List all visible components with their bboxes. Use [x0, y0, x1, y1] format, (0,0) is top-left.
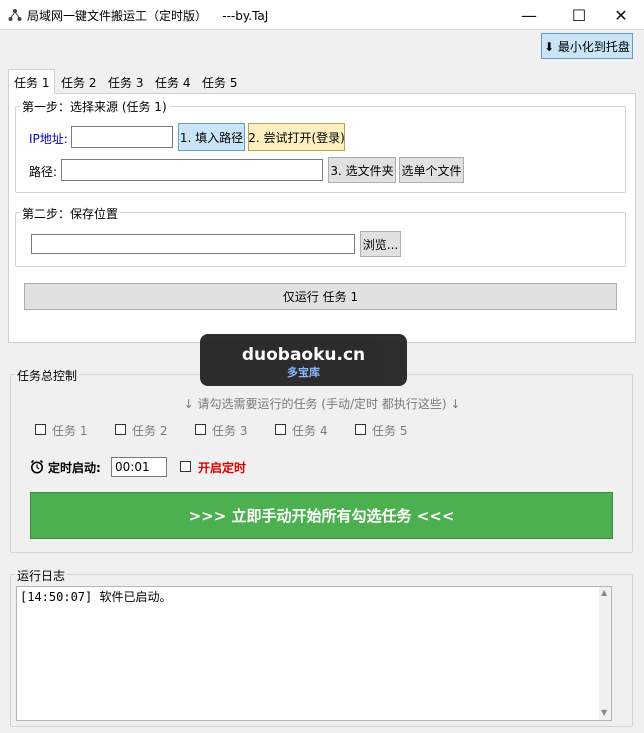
task-1-checkbox[interactable] [35, 424, 46, 435]
step1-title: 第一步：选择来源 (任务 1) [20, 98, 169, 115]
close-button[interactable]: ✕ [598, 0, 644, 30]
choose-file-button[interactable]: 选单个文件 [399, 157, 464, 183]
try-open-button[interactable]: 2. 尝试打开(登录) [248, 123, 345, 151]
watermark-text: duobaoku.cn [241, 345, 366, 365]
timer-label: 定时启动: [48, 461, 101, 475]
tab-task-3[interactable]: 任务 3 [103, 71, 149, 93]
task-2-checkbox-label: 任务 2 [132, 424, 168, 438]
fill-path-button[interactable]: 1. 填入路径 [178, 123, 245, 151]
task-5-checkbox-label: 任务 5 [372, 424, 408, 438]
scroll-up-arrow-icon[interactable]: ▲ [601, 588, 607, 597]
task-4-checkbox-label: 任务 4 [292, 424, 328, 438]
run-all-selected-button[interactable]: >>> 立即手动开始所有勾选任务 <<< [30, 492, 613, 539]
maximize-button[interactable]: ☐ [556, 0, 602, 30]
enable-timer-checkbox[interactable] [180, 461, 191, 472]
step2-title: 第二步：保存位置 [20, 205, 121, 222]
watermark-subtext: 多宝库 [287, 366, 320, 379]
tab-task-5[interactable]: 任务 5 [197, 71, 243, 93]
path-input[interactable] [61, 159, 323, 181]
minimize-to-tray-button[interactable]: ⬇ 最小化到托盘 [541, 33, 633, 59]
task-1-checkbox-label: 任务 1 [52, 424, 88, 438]
network-app-icon [8, 9, 22, 21]
run-only-task-button[interactable]: 仅运行 任务 1 [24, 283, 617, 310]
window-title: 局域网一键文件搬运工（定时版） ---by.TaJ [27, 9, 269, 23]
ip-label: IP地址: [29, 132, 68, 146]
tab-task-4[interactable]: 任务 4 [150, 71, 196, 93]
task-3-checkbox[interactable] [195, 424, 206, 435]
title-bar: 局域网一键文件搬运工（定时版） ---by.TaJ — ☐ ✕ [0, 0, 644, 30]
task-control-title: 任务总控制 [15, 367, 80, 384]
log-scrollbar[interactable]: ▲ ▼ [599, 587, 611, 720]
task-2-checkbox[interactable] [115, 424, 126, 435]
task-3-checkbox-label: 任务 3 [212, 424, 248, 438]
choose-folder-button[interactable]: 3. 选文件夹 [328, 157, 396, 183]
log-title: 运行日志 [15, 567, 68, 584]
task-4-checkbox[interactable] [275, 424, 286, 435]
alarm-clock-icon [30, 459, 44, 474]
save-path-input[interactable] [31, 234, 355, 254]
scroll-down-arrow-icon[interactable]: ▼ [601, 708, 607, 717]
task-select-hint: ↓ 请勾选需要运行的任务 (手动/定时 都执行这些) ↓ [183, 397, 461, 411]
ip-input[interactable] [71, 126, 173, 148]
minimize-button[interactable]: — [506, 0, 552, 30]
log-textarea[interactable]: [14:50:07] 软件已启动。 [16, 586, 612, 721]
enable-timer-label: 开启定时 [198, 461, 247, 475]
task-5-checkbox[interactable] [355, 424, 366, 435]
path-label: 路径: [29, 165, 58, 179]
timer-input[interactable]: 00:01 [111, 457, 167, 477]
tab-task-1[interactable]: 任务 1 [8, 69, 56, 94]
browse-button[interactable]: 浏览... [360, 231, 401, 257]
tab-task-2[interactable]: 任务 2 [56, 71, 102, 93]
watermark: duobaoku.cn 多宝库 [200, 334, 407, 386]
